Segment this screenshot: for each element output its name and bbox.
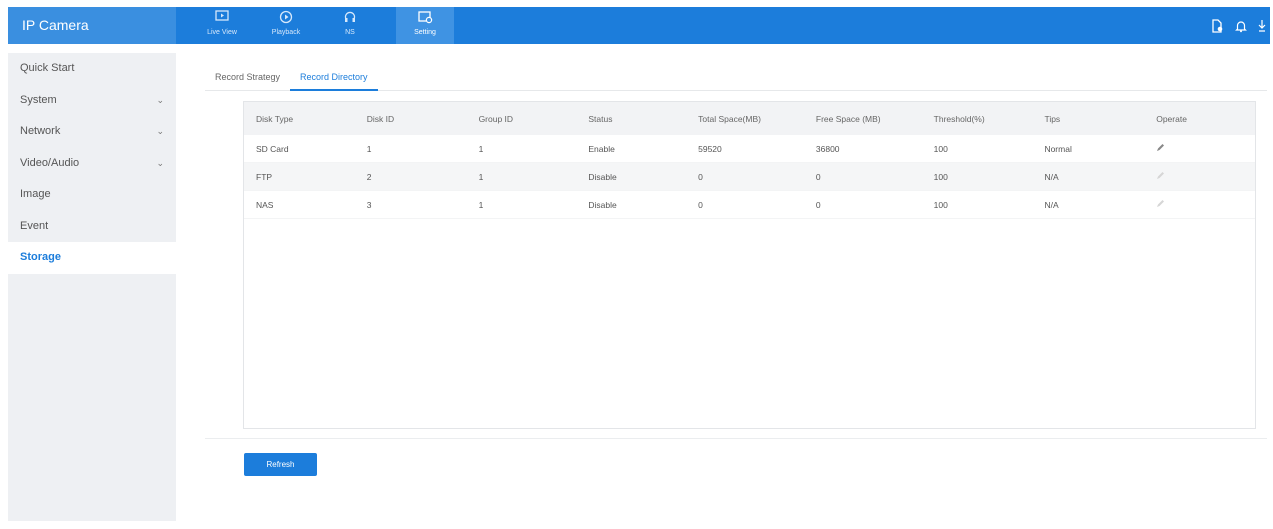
divider (205, 438, 1267, 439)
table-row: FTP 2 1 Disable 0 0 100 N/A (244, 163, 1255, 191)
table-cell: 1 (478, 199, 484, 210)
sidebar-item-system[interactable]: System ⌄ (8, 85, 176, 117)
sidebar-item-event[interactable]: Event (8, 211, 176, 243)
table-cell: Disable (588, 171, 617, 182)
edit-icon[interactable] (1156, 143, 1165, 152)
tab-record-directory[interactable]: Record Directory (290, 63, 378, 91)
app-title: IP Camera (8, 7, 176, 44)
sidebar-item-quick-start[interactable]: Quick Start (8, 53, 176, 85)
column-header: Threshold(%) (933, 113, 985, 124)
refresh-button[interactable]: Refresh (244, 453, 317, 476)
sidebar-item-label: Image (20, 188, 51, 200)
nav-ns-label: NS (345, 29, 355, 36)
table-cell: 3 (366, 199, 372, 210)
table-cell: SD Card (256, 143, 289, 154)
tab-bar: Record Strategy Record Directory (205, 63, 1267, 91)
sidebar-item-storage[interactable]: Storage (8, 242, 176, 274)
table-cell: 59520 (698, 143, 722, 154)
sidebar: Quick Start System ⌄ Network ⌄ Video/Aud… (8, 53, 176, 521)
edit-icon (1156, 171, 1165, 180)
table-cell: 100 (933, 143, 948, 154)
chevron-down-icon: ⌄ (156, 126, 164, 136)
nav-setting-label: Setting (414, 29, 436, 36)
top-right-icons (1210, 7, 1266, 44)
sidebar-item-label: Storage (20, 251, 61, 263)
setting-icon (396, 7, 454, 28)
table-cell: 1 (478, 171, 484, 182)
nav-setting[interactable]: Setting (396, 7, 454, 44)
sidebar-item-label: System (20, 93, 57, 106)
table-cell: Normal (1044, 143, 1072, 154)
column-header: Group ID (478, 113, 514, 124)
ns-icon (318, 7, 382, 28)
column-header: Disk Type (256, 113, 294, 124)
table-cell: 100 (933, 199, 948, 210)
table-cell: N/A (1044, 199, 1059, 210)
table-row: NAS 3 1 Disable 0 0 100 N/A (244, 191, 1255, 219)
top-bar: IP Camera Live View Playback NS Setting (8, 7, 1270, 44)
nav-playback-label: Playback (271, 29, 301, 36)
column-header: Free Space (MB) (815, 113, 881, 124)
sidebar-item-label: Network (20, 125, 61, 137)
chevron-down-icon: ⌄ (156, 94, 164, 105)
table-cell: 2 (366, 171, 372, 182)
nav-ns[interactable]: NS (318, 7, 382, 44)
column-header: Tips (1044, 113, 1061, 124)
sidebar-item-network[interactable]: Network ⌄ (8, 116, 176, 148)
nav-live-view-label: Live View (207, 29, 237, 36)
nav-playback[interactable]: Playback (254, 7, 318, 44)
column-header: Disk ID (366, 113, 395, 124)
table-cell: FTP (256, 171, 273, 182)
table-cell: Enable (588, 143, 615, 154)
table-cell: NAS (256, 199, 274, 210)
edit-icon (1156, 199, 1165, 208)
record-directory-table: Disk Type Disk ID Group ID Status Total … (243, 101, 1256, 429)
table-cell: N/A (1044, 171, 1059, 182)
sidebar-item-label: Quick Start (20, 62, 75, 74)
table-cell: 1 (478, 143, 484, 154)
table-cell: 1 (366, 143, 372, 154)
table-row: SD Card 1 1 Enable 59520 36800 100 Norma… (244, 135, 1255, 163)
nav-live-view[interactable]: Live View (190, 7, 254, 44)
table-cell: 0 (698, 199, 703, 210)
playback-icon (254, 7, 318, 28)
table-cell: 0 (815, 171, 821, 182)
tab-record-strategy[interactable]: Record Strategy (205, 63, 290, 91)
table-cell: 0 (815, 199, 821, 210)
table-cell: Disable (588, 199, 617, 210)
sidebar-item-label: Event (20, 219, 49, 232)
column-header: Operate (1156, 113, 1187, 124)
main-nav: Live View Playback NS Setting (190, 7, 454, 44)
table-header: Disk Type Disk ID Group ID Status Total … (244, 102, 1255, 135)
bell-icon[interactable] (1234, 19, 1248, 33)
table-cell-operate (1144, 199, 1255, 210)
sidebar-item-video-audio[interactable]: Video/Audio ⌄ (8, 148, 176, 180)
table-cell: 36800 (815, 143, 840, 154)
table-cell-operate (1144, 143, 1255, 154)
column-header: Total Space(MB) (698, 113, 761, 124)
table-cell-operate (1144, 171, 1255, 182)
file-icon[interactable] (1210, 18, 1224, 33)
download-icon[interactable] (1258, 19, 1266, 33)
live-view-icon (190, 7, 254, 28)
chevron-down-icon: ⌄ (156, 157, 164, 168)
sidebar-item-image[interactable]: Image (8, 179, 176, 211)
table-cell: 0 (698, 171, 703, 182)
column-header: Status (588, 113, 613, 124)
sidebar-item-label: Video/Audio (20, 156, 80, 169)
table-cell: 100 (933, 171, 948, 182)
